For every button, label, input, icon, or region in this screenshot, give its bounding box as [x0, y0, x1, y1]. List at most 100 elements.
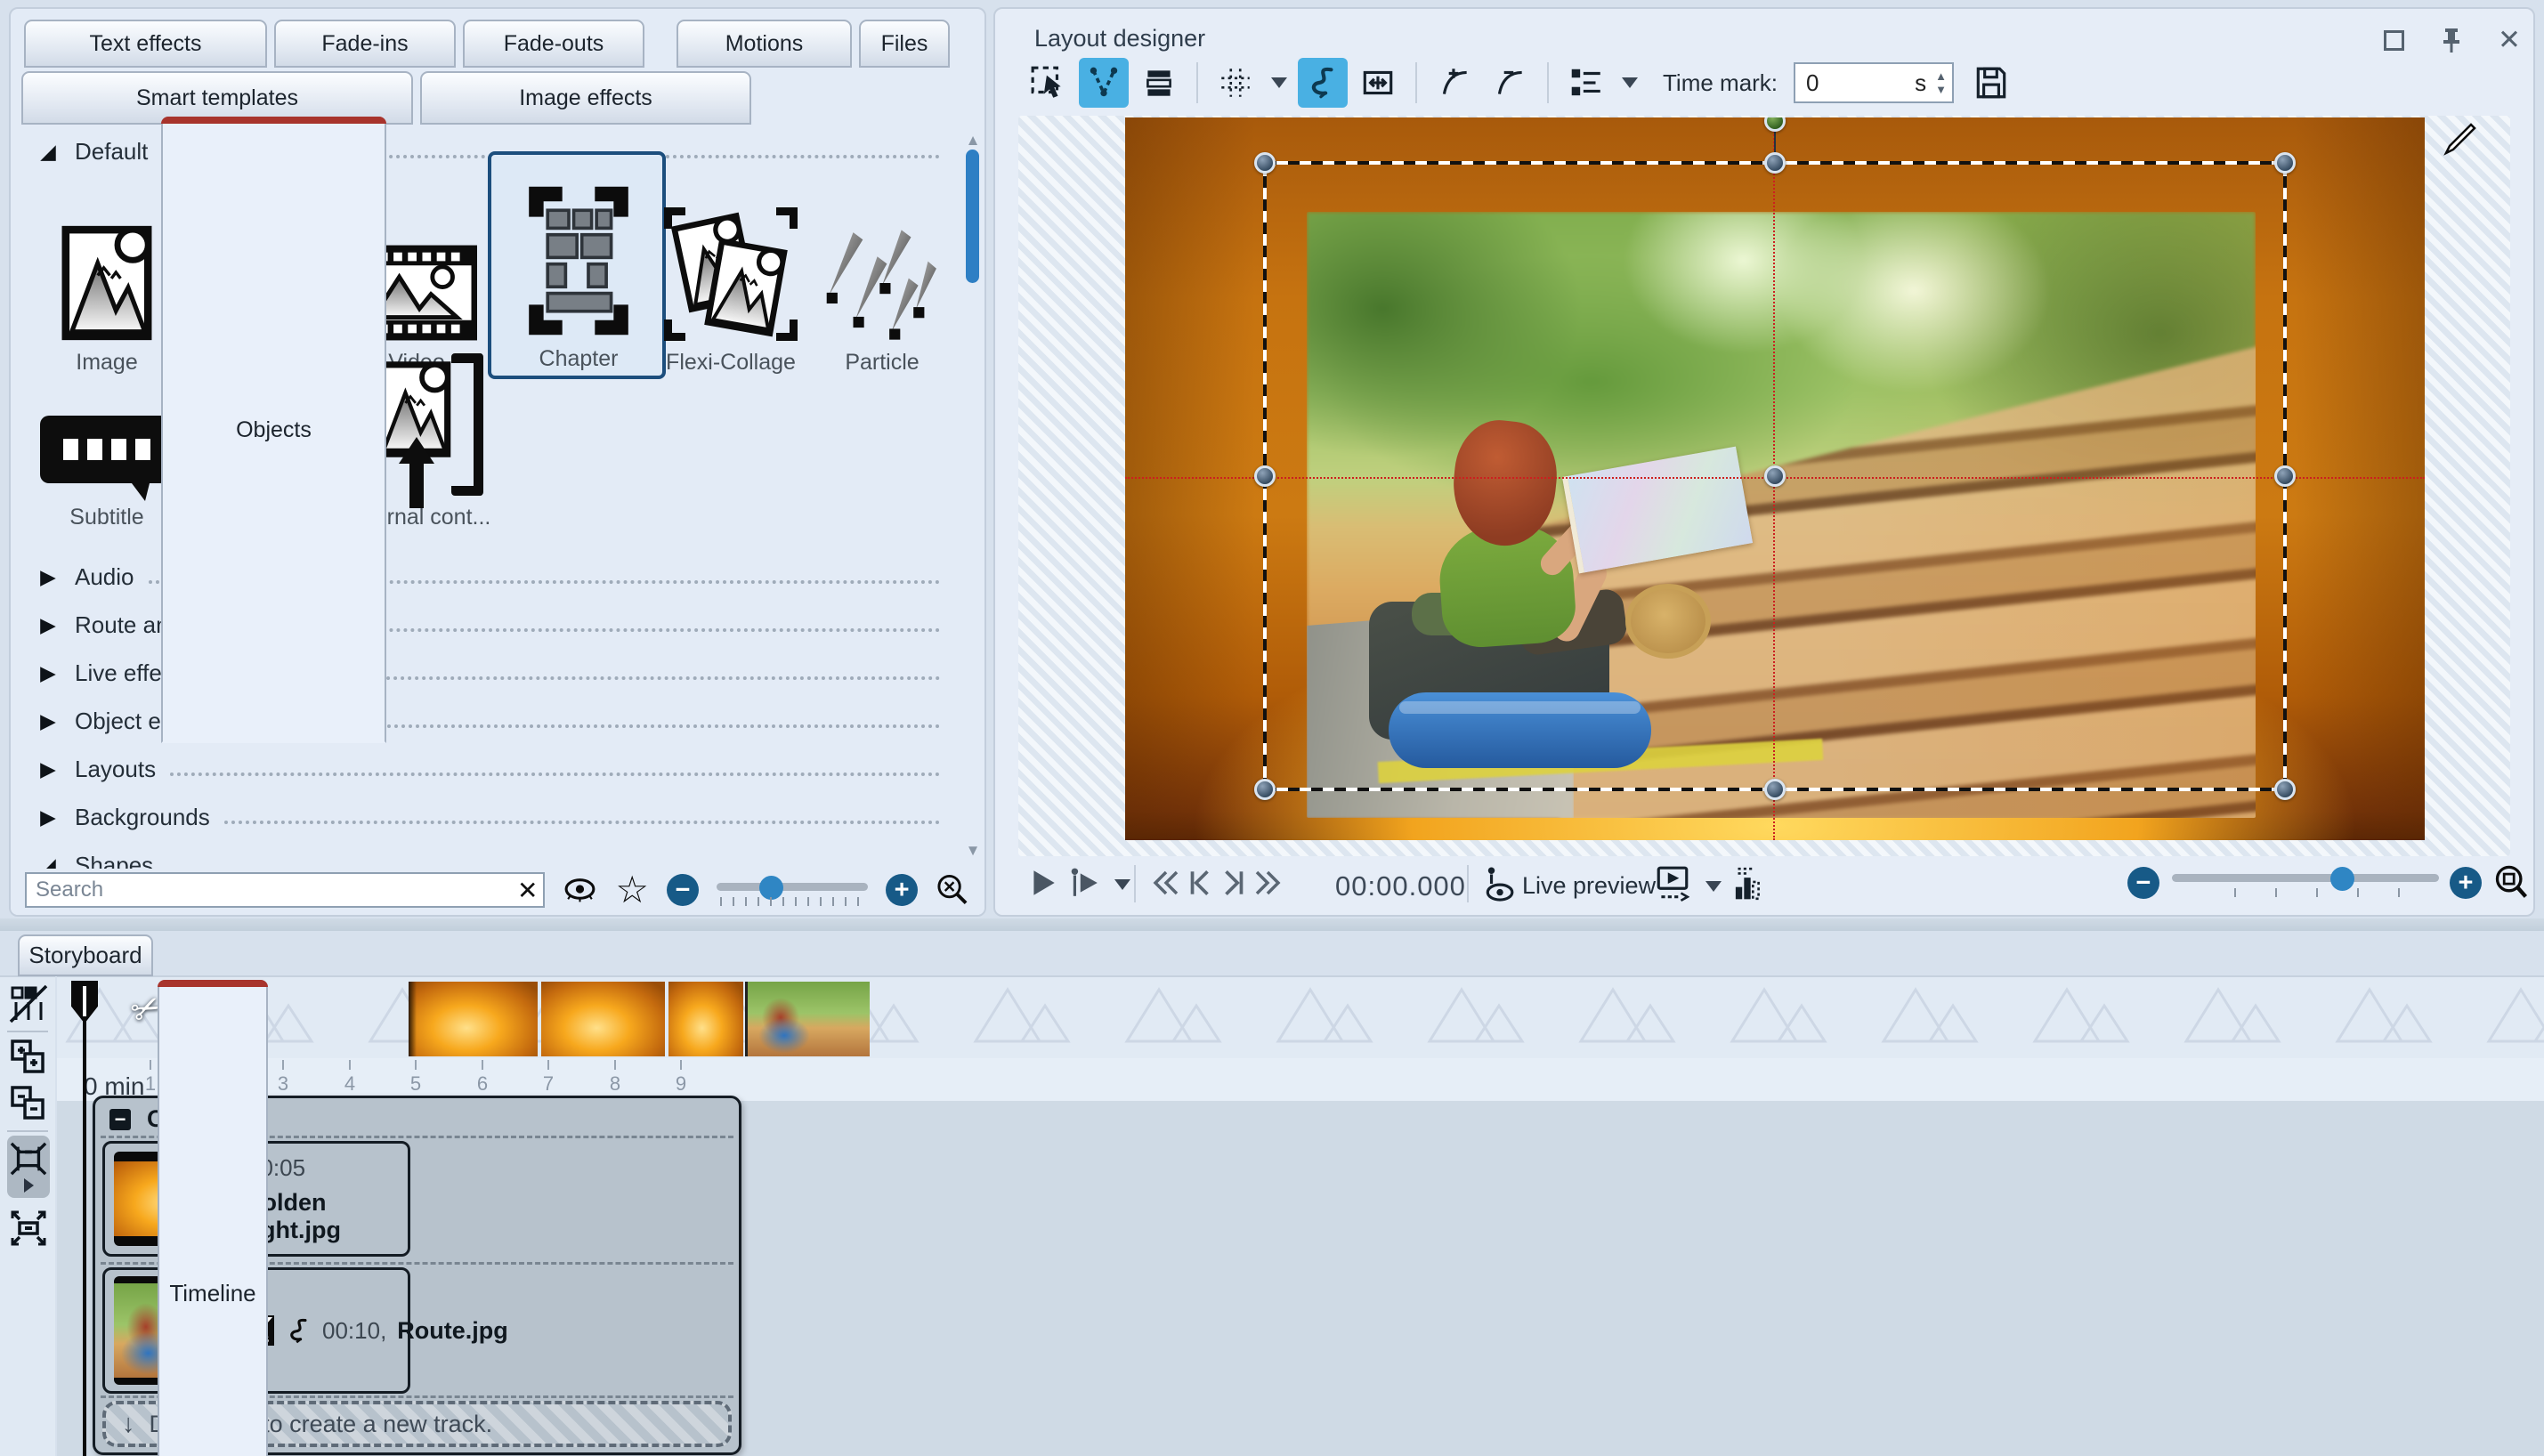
overview-thumb-golden-light[interactable]	[541, 982, 665, 1056]
object-item-chapter-selected[interactable]: Chapter	[488, 151, 666, 379]
enlarge-track-height-button[interactable]	[7, 1207, 50, 1250]
maximize-button[interactable]	[2377, 23, 2410, 57]
shrink-track-height-button[interactable]	[7, 1136, 50, 1198]
object-item-particle[interactable]: Particle	[806, 162, 959, 376]
ruler-label: 8	[610, 1072, 620, 1096]
tab-files[interactable]: Files	[859, 20, 950, 68]
scrollbar-thumb[interactable]	[966, 150, 979, 283]
go-to-start-button[interactable]	[1148, 867, 1182, 899]
list-dropdown-icon[interactable]	[1622, 77, 1638, 88]
scroll-up-icon[interactable]: ▲	[965, 132, 981, 150]
monitor-dropdown-icon[interactable]	[1705, 881, 1722, 892]
resize-handle-ne[interactable]	[2274, 152, 2296, 174]
section-layouts[interactable]: ▶Layouts	[36, 748, 940, 790]
curve-path-tool-button[interactable]	[1298, 58, 1348, 108]
overview-thumb-route[interactable]	[745, 982, 870, 1056]
eye-icon[interactable]	[563, 877, 597, 903]
slide-canvas[interactable]	[1125, 117, 2425, 840]
performance-monitor-icon[interactable]	[1730, 865, 1764, 902]
section-expanded-icon: ◢	[36, 140, 61, 164]
rotate-handle[interactable]	[1764, 117, 1786, 132]
ruler-label: 4	[344, 1072, 355, 1096]
collapse-chapter-icon[interactable]: −	[109, 1109, 131, 1130]
resize-handle-w[interactable]	[1254, 465, 1276, 487]
select-tool-button[interactable]	[1024, 58, 1074, 108]
layers-tool-button[interactable]	[1134, 58, 1184, 108]
collapse-all-tracks-button[interactable]	[7, 1082, 50, 1125]
next-button[interactable]	[1218, 867, 1250, 899]
tab-motions[interactable]: Motions	[677, 20, 852, 68]
clear-search-icon[interactable]: ✕	[517, 876, 538, 905]
timeline-ruler[interactable]: 0 min 1 2 3 4 5 6 7 8 9	[57, 1058, 2544, 1101]
scroll-down-icon[interactable]: ▼	[965, 842, 981, 860]
particle-icon	[824, 225, 940, 341]
resize-handle-s[interactable]	[1764, 779, 1786, 800]
previous-button[interactable]	[1184, 867, 1216, 899]
live-preview-pin-icon[interactable]	[1483, 863, 1515, 902]
zoom-in-button[interactable]: +	[886, 874, 918, 906]
tab-fade-outs[interactable]: Fade-outs	[463, 20, 644, 68]
pin-button[interactable]	[2435, 23, 2468, 57]
resize-handle-nw[interactable]	[1254, 152, 1276, 174]
go-to-end-button[interactable]	[1252, 867, 1285, 899]
toolbox-scrollbar[interactable]	[965, 150, 981, 844]
save-time-mark-button[interactable]	[1966, 58, 2016, 108]
tab-timeline[interactable]: Timeline	[158, 980, 268, 1456]
tab-storyboard[interactable]: Storyboard	[18, 934, 153, 976]
playhead-line[interactable]	[83, 1020, 86, 1456]
horizontal-splitter[interactable]	[0, 918, 2544, 931]
time-mark-stepper[interactable]: ▲▼	[1935, 73, 1947, 93]
add-curve-point-button[interactable]	[1430, 58, 1479, 108]
canvas-zoom-out-button[interactable]: −	[2127, 867, 2159, 899]
tab-image-effects[interactable]: Image effects	[420, 71, 751, 125]
tab-objects[interactable]: Objects	[161, 117, 386, 743]
pen-cursor-icon	[2439, 121, 2478, 160]
motion-path-tool-button[interactable]	[1079, 58, 1129, 108]
tab-text-effects[interactable]: Text effects	[24, 20, 267, 68]
favorites-star-icon[interactable]: ☆	[615, 871, 649, 909]
expand-all-tracks-button[interactable]	[7, 1036, 50, 1079]
timeline-overview-strip[interactable]: ✂	[57, 975, 2544, 1058]
curve-animation-icon	[285, 1315, 312, 1346]
play-from-mark-button[interactable]	[1068, 867, 1100, 899]
clip-name: golden light.jpg	[247, 1189, 399, 1244]
fit-to-window-icon[interactable]	[2492, 863, 2532, 902]
tab-fade-ins[interactable]: Fade-ins	[274, 20, 456, 68]
overview-thumb-golden-light[interactable]	[409, 982, 538, 1056]
slider-thumb[interactable]	[2330, 867, 2354, 891]
designer-playbar: 00:00.000 Live preview − +	[995, 858, 2533, 913]
resize-handle-sw[interactable]	[1254, 779, 1276, 800]
slider-thumb[interactable]	[759, 876, 783, 900]
play-button[interactable]	[1027, 867, 1059, 899]
reset-zoom-icon[interactable]	[936, 872, 970, 908]
resize-handle-n[interactable]	[1764, 152, 1786, 174]
search-input[interactable]	[25, 872, 545, 908]
section-backgrounds[interactable]: ▶Backgrounds	[36, 796, 940, 838]
time-mark-field: s ▲▼	[1794, 62, 1954, 103]
overview-thumb-golden-light[interactable]	[668, 982, 743, 1056]
disable-snapping-button[interactable]	[7, 983, 50, 1025]
grid-tool-button[interactable]	[1211, 58, 1260, 108]
remove-curve-point-button[interactable]	[1485, 58, 1535, 108]
selection-rectangle[interactable]	[1265, 163, 2285, 789]
time-mark-input[interactable]	[1806, 69, 1868, 97]
image-frame-tool-button[interactable]	[1353, 58, 1403, 108]
object-list-button[interactable]	[1561, 58, 1611, 108]
resize-handle-e[interactable]	[2274, 465, 2296, 487]
grid-dropdown-icon[interactable]	[1271, 77, 1287, 88]
live-preview-label[interactable]: Live preview	[1522, 872, 1656, 900]
object-label: Subtitle	[69, 505, 143, 530]
zoom-out-button[interactable]: −	[667, 874, 699, 906]
toolbox-search-row: ✕ ☆ − +	[11, 869, 984, 915]
thumbnail-size-slider[interactable]	[717, 870, 868, 910]
center-handle[interactable]	[1764, 465, 1786, 487]
canvas-workspace	[1018, 116, 2510, 856]
canvas-zoom-in-button[interactable]: +	[2450, 867, 2482, 899]
preview-monitor-icon[interactable]	[1656, 865, 1689, 902]
play-options-dropdown-icon[interactable]	[1114, 879, 1130, 890]
close-icon[interactable]: ✕	[2492, 23, 2526, 57]
object-item-flexi-collage[interactable]: Flexi-Collage	[654, 162, 807, 376]
resize-handle-se[interactable]	[2274, 779, 2296, 800]
canvas-zoom-slider[interactable]	[2172, 861, 2439, 901]
section-collapsed-icon: ▶	[36, 805, 61, 829]
